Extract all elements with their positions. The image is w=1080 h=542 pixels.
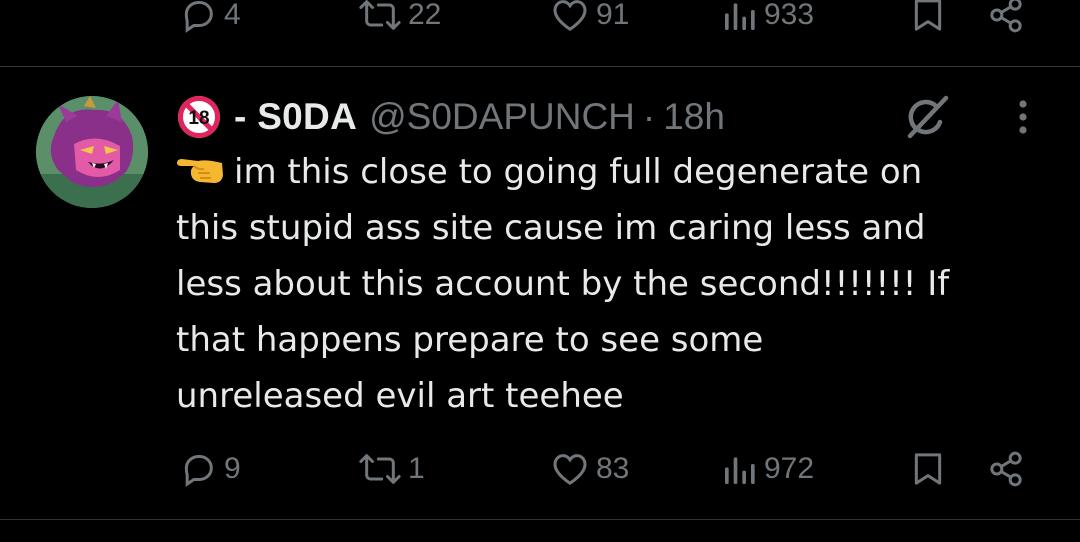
left-pointing-hand-emoji [177, 159, 223, 183]
tweet-text-line-1: im this close to going full degenerate o… [234, 152, 923, 192]
bookmark-icon [914, 0, 942, 31]
avatar-image [36, 96, 148, 208]
reply-icon [184, 455, 213, 487]
tweet-text-line-3: less about this account by the second!!!… [176, 264, 950, 304]
like-button[interactable]: 83 [548, 444, 629, 494]
like-icon [553, 0, 587, 31]
previous-tweet-actions: 4 22 91 933 [0, 0, 1080, 40]
timeline: 4 22 91 933 18 - S0DA @S0DAPUNCH · 18h i… [0, 0, 1080, 542]
like-count: 91 [596, 0, 630, 31]
tweet-text-line-2: this stupid ass site cause im caring les… [176, 208, 926, 248]
user-handle[interactable]: @S0DAPUNCH [369, 96, 635, 138]
more-icon[interactable] [1006, 96, 1040, 138]
bookmark-button[interactable] [908, 444, 948, 494]
display-name[interactable]: - S0DA [234, 96, 357, 138]
views-button[interactable]: 972 [720, 444, 814, 494]
like-icon [553, 454, 587, 485]
tweet-text-line: im this close to going full degenerate o… [176, 144, 1036, 200]
header-separator: · [642, 96, 656, 137]
tweet-text: im this close to going full degenerate o… [176, 144, 1036, 424]
tweet-timestamp[interactable]: 18h [663, 96, 725, 138]
reply-count: 9 [224, 452, 241, 485]
repost-button[interactable]: 1 [356, 444, 425, 494]
grok-icon[interactable] [902, 94, 952, 140]
share-icon [990, 0, 1022, 33]
repost-icon [359, 454, 401, 484]
age-badge-text: 18 [188, 108, 209, 129]
reply-button[interactable]: 4 [176, 0, 241, 40]
tweet-text-line-4: that happens prepare to see some [176, 320, 764, 360]
tweet-text-line-5: unreleased evil art teehee [176, 376, 624, 416]
reply-icon [184, 1, 213, 33]
reply-count: 4 [224, 0, 241, 31]
bookmark-icon [914, 453, 942, 485]
views-icon [725, 457, 755, 484]
views-button[interactable]: 933 [720, 0, 814, 40]
repost-icon [359, 0, 401, 30]
share-button[interactable] [986, 444, 1026, 494]
like-button[interactable]: 91 [548, 0, 629, 40]
views-icon [725, 3, 755, 31]
repost-button[interactable]: 22 [356, 0, 441, 40]
divider-top [0, 66, 1080, 67]
repost-count: 1 [408, 452, 425, 485]
tweet-header: 18 - S0DA @S0DAPUNCH · 18h [176, 92, 725, 142]
no-under-18-icon: 18 [178, 96, 220, 138]
share-icon [990, 451, 1022, 487]
avatar[interactable] [36, 96, 148, 208]
bookmark-button[interactable] [908, 0, 948, 40]
share-button[interactable] [986, 0, 1026, 40]
divider-bottom [0, 519, 1080, 520]
repost-count: 22 [408, 0, 442, 31]
tweet-actions: 9 1 83 972 [0, 444, 1080, 494]
views-count: 972 [764, 452, 815, 485]
like-count: 83 [596, 452, 630, 485]
reply-button[interactable]: 9 [176, 444, 241, 494]
views-count: 933 [764, 0, 815, 31]
